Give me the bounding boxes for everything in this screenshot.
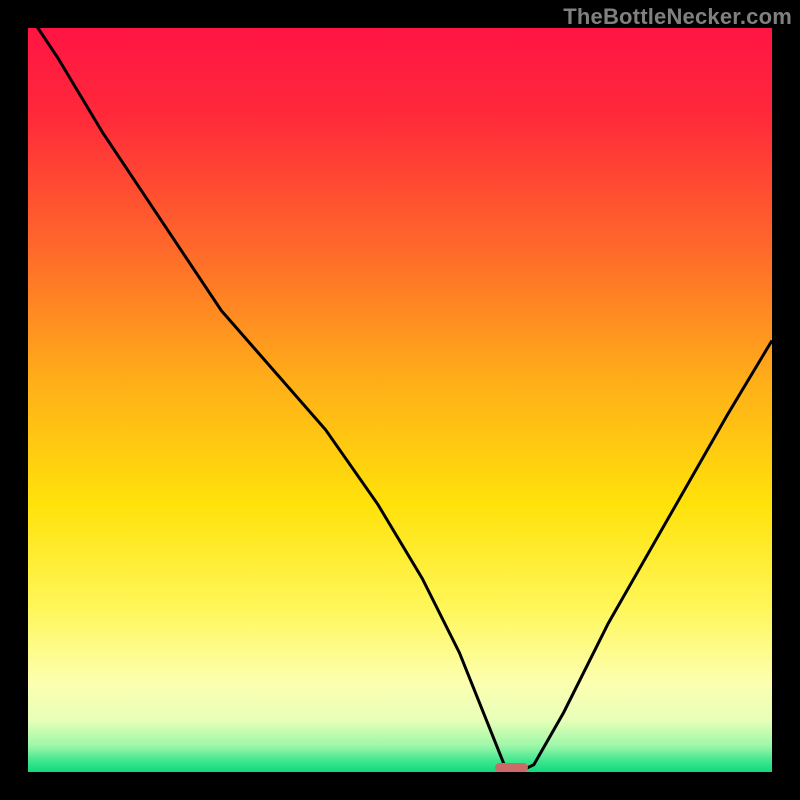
plot-area	[28, 28, 772, 772]
bottleneck-curve	[28, 28, 772, 772]
watermark-text: TheBottleNecker.com	[563, 4, 792, 30]
optimal-point-marker	[495, 763, 528, 772]
chart-frame: TheBottleNecker.com	[0, 0, 800, 800]
curve-path	[28, 28, 772, 772]
